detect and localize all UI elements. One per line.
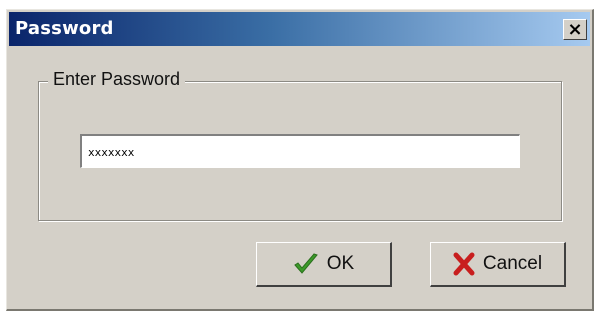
window-title: Password xyxy=(15,18,114,39)
ok-button-label: OK xyxy=(326,253,355,274)
title-bar[interactable]: Password × xyxy=(9,12,590,46)
cancel-button-label: Cancel xyxy=(482,253,543,274)
group-label: Enter Password xyxy=(48,69,186,90)
close-button[interactable]: × xyxy=(563,19,587,40)
cancel-button[interactable]: Cancel xyxy=(430,242,566,287)
password-input[interactable] xyxy=(80,134,520,168)
ok-button[interactable]: OK xyxy=(256,242,392,287)
x-mark-icon xyxy=(453,252,475,276)
checkmark-icon xyxy=(294,253,318,274)
close-icon: × xyxy=(567,18,583,40)
